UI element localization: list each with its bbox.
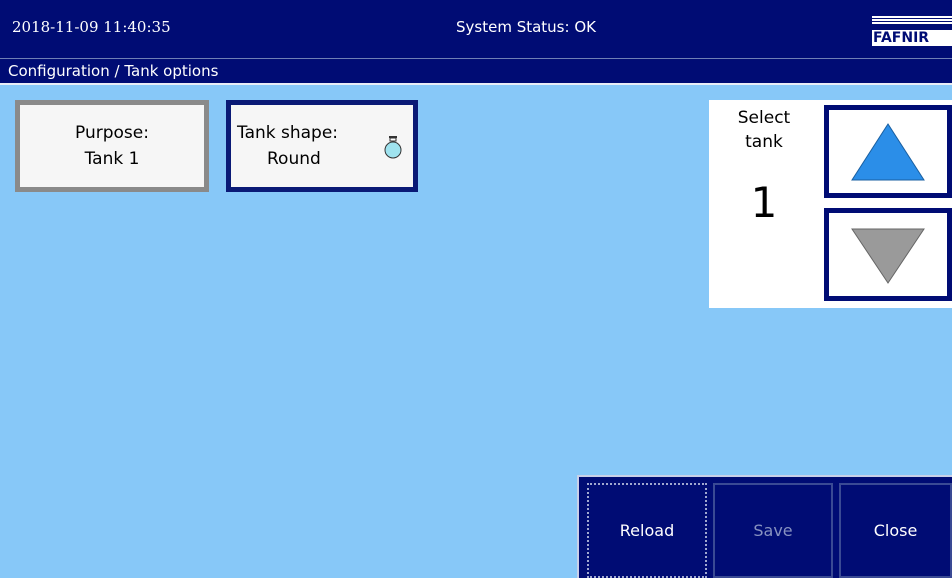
select-tank-label-line2: tank <box>745 132 783 152</box>
purpose-value: Tank 1 <box>84 149 140 169</box>
tank-up-button[interactable] <box>824 105 952 198</box>
tank-down-button[interactable] <box>824 208 952 301</box>
breadcrumb-text: Configuration / Tank options <box>8 62 219 80</box>
system-status: System Status: OK <box>456 18 596 36</box>
select-tank-label: Select tank <box>709 106 819 154</box>
title-bar: 2018-11-09 11:40:35 System Status: OK FA… <box>0 0 952 58</box>
datetime: 2018-11-09 11:40:35 <box>12 18 171 36</box>
tank-shape-value: Round <box>267 149 321 169</box>
fafnir-logo: FAFNIR <box>872 16 952 46</box>
save-button[interactable]: Save <box>713 483 833 578</box>
arrow-down-icon <box>851 228 925 284</box>
tank-down-button-face <box>829 213 947 296</box>
select-tank-label-line1: Select <box>737 108 791 128</box>
tank-shape-label: Tank shape: <box>237 123 339 143</box>
purpose-label: Purpose: <box>75 123 149 143</box>
logo-lines <box>872 16 952 28</box>
arrow-up-icon <box>851 123 925 181</box>
selected-tank-number: 1 <box>750 178 778 227</box>
tank-up-button-face <box>829 110 947 193</box>
breadcrumb: Configuration / Tank options <box>0 58 952 85</box>
reload-button[interactable]: Reload <box>587 483 707 578</box>
purpose-button[interactable]: Purpose: Tank 1 <box>15 100 209 192</box>
close-button[interactable]: Close <box>839 483 952 578</box>
round-tank-icon <box>384 136 402 159</box>
logo-text: FAFNIR <box>872 30 952 46</box>
tank-shape-button[interactable]: Tank shape: Round <box>226 100 418 192</box>
